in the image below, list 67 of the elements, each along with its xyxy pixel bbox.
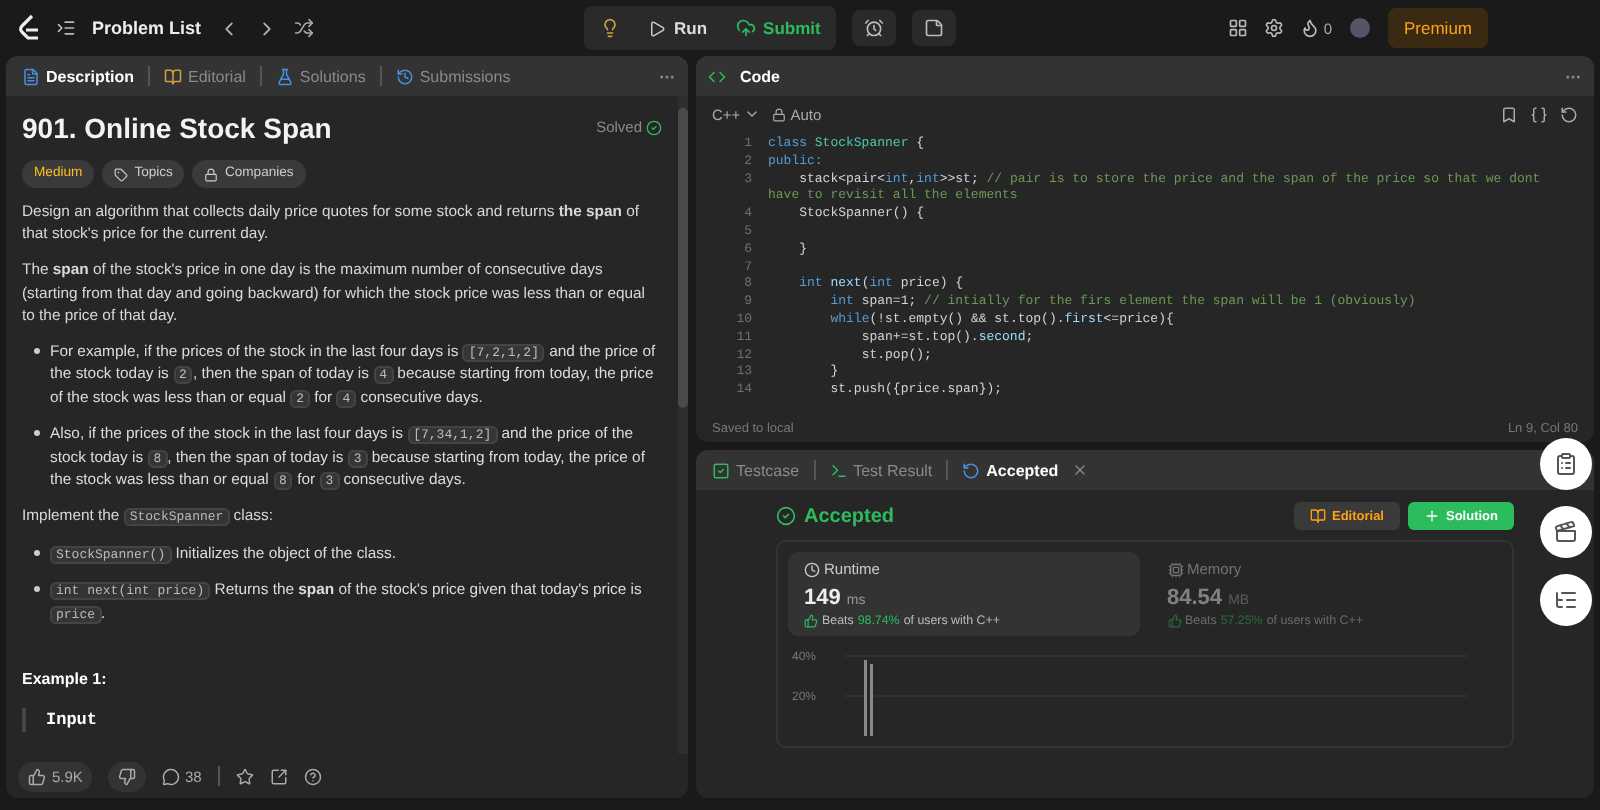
histogram-drawing bbox=[864, 660, 873, 736]
spinner-icon bbox=[962, 461, 981, 479]
panel-tab[interactable]: Description bbox=[18, 67, 139, 85]
beats-icon bbox=[804, 614, 818, 628]
plus-icon bbox=[1424, 508, 1440, 524]
timer-button[interactable] bbox=[852, 10, 897, 46]
clock-icon bbox=[804, 561, 820, 577]
star-icon[interactable] bbox=[235, 767, 254, 785]
code-icon bbox=[708, 67, 726, 85]
example-label: Input bbox=[46, 709, 98, 730]
comment-icon bbox=[162, 767, 181, 785]
chevron-down-icon bbox=[744, 106, 761, 122]
bullet-icon bbox=[34, 347, 40, 354]
flame-icon bbox=[1299, 18, 1320, 38]
verdict-text: Accepted bbox=[776, 505, 895, 527]
document-icon bbox=[22, 67, 40, 85]
notes-button[interactable] bbox=[912, 10, 957, 46]
dislike-button[interactable] bbox=[108, 761, 147, 791]
chip-icon bbox=[1167, 561, 1183, 577]
bookmark-icon[interactable] bbox=[1500, 105, 1518, 123]
panel-tab[interactable]: Accepted bbox=[958, 461, 1063, 479]
note-icon bbox=[924, 18, 945, 38]
logo-icon[interactable] bbox=[16, 14, 40, 42]
lock-icon bbox=[772, 107, 787, 121]
list-icon bbox=[1554, 588, 1578, 612]
example-heading: Example 1: bbox=[22, 668, 109, 692]
thumbs-down-icon bbox=[118, 767, 137, 785]
panel-tab[interactable]: Solutions bbox=[271, 67, 370, 85]
play-icon bbox=[648, 19, 666, 37]
tag-icon bbox=[114, 167, 129, 182]
list-icon[interactable] bbox=[56, 18, 76, 38]
check-circle-icon bbox=[776, 506, 796, 526]
thumbs-up-icon bbox=[28, 767, 46, 785]
lock-icon bbox=[204, 167, 219, 182]
problem-title: 901. Online Stock Span bbox=[22, 110, 332, 148]
clipboard-icon bbox=[1554, 452, 1578, 476]
book-icon bbox=[1309, 508, 1326, 524]
close-icon[interactable] bbox=[1072, 462, 1089, 478]
terminal-icon bbox=[829, 461, 848, 479]
beats-icon bbox=[1167, 614, 1181, 628]
settings-icon[interactable] bbox=[1263, 18, 1284, 38]
cloud-upload-icon bbox=[735, 18, 756, 38]
panel-tab[interactable]: Editorial bbox=[160, 67, 250, 85]
panel-tab[interactable]: Testcase bbox=[708, 461, 804, 479]
check-circle-icon bbox=[646, 120, 662, 137]
braces-icon[interactable] bbox=[1530, 105, 1548, 123]
flask-icon bbox=[275, 67, 294, 85]
video-icon bbox=[1554, 520, 1578, 544]
checkbox-icon bbox=[712, 461, 730, 479]
book-icon bbox=[164, 67, 183, 85]
bullet-icon bbox=[34, 549, 40, 556]
shuffle-icon[interactable] bbox=[293, 18, 314, 38]
bullet-icon bbox=[34, 430, 40, 437]
help-icon[interactable] bbox=[303, 767, 322, 785]
history-icon bbox=[395, 67, 414, 85]
premium-button[interactable]: Premium bbox=[1388, 8, 1489, 48]
share-icon[interactable] bbox=[269, 767, 288, 785]
panel-tab[interactable]: Submissions bbox=[391, 67, 515, 85]
scrollbar-thumb[interactable] bbox=[678, 108, 688, 408]
grid-icon[interactable] bbox=[1227, 18, 1248, 38]
avatar-icon[interactable] bbox=[1348, 16, 1372, 40]
panel-tab[interactable]: Test Result bbox=[825, 461, 937, 479]
bullet-icon bbox=[34, 586, 40, 593]
alarm-clock-icon bbox=[864, 18, 885, 38]
problem-list-link[interactable]: Problem List bbox=[92, 18, 202, 38]
code-tab[interactable]: Code bbox=[736, 67, 784, 85]
reset-icon[interactable] bbox=[1560, 105, 1578, 123]
